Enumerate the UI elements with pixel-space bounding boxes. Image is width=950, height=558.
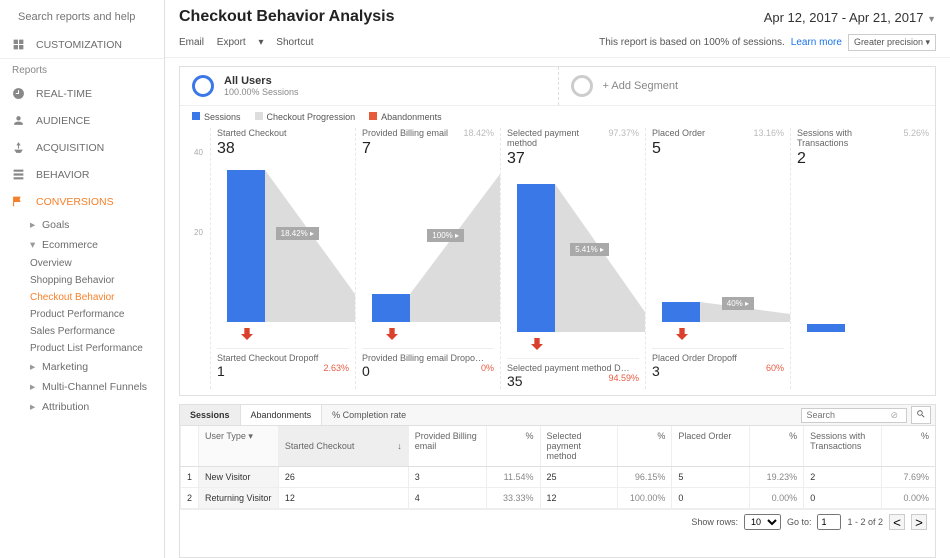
nav-mcf[interactable]: ▸Multi-Channel Funnels [0, 377, 164, 397]
search-row [0, 6, 164, 31]
funnel-panel: All Users100.00% Sessions + Add Segment … [179, 66, 936, 396]
nav-conversions[interactable]: CONVERSIONS [0, 188, 164, 215]
funnel-step[interactable]: Provided Billing email18.42% 7 100% ▸ Pr… [355, 128, 500, 389]
segment-circle-icon [192, 75, 214, 97]
funnel-step[interactable]: Sessions with Transactions5.26% 2 [790, 128, 935, 389]
nav-checkout[interactable]: Checkout Behavior [0, 289, 164, 306]
clear-icon[interactable]: ⊘ [890, 410, 898, 421]
legend-progression: Checkout Progression [255, 112, 356, 122]
nav-ecommerce[interactable]: ▾Ecommerce [0, 235, 164, 255]
add-segment[interactable]: + Add Segment [558, 67, 936, 105]
export-link[interactable]: Export ▾ [217, 37, 264, 48]
nav-behavior[interactable]: BEHAVIOR [0, 161, 164, 188]
funnel-bar [807, 324, 845, 332]
email-link[interactable]: Email [179, 37, 204, 48]
rows-select[interactable]: 10 [744, 514, 781, 530]
table-search-input[interactable] [806, 410, 886, 420]
page-title: Checkout Behavior Analysis [179, 8, 394, 26]
funnel-bar [662, 302, 700, 322]
col-started[interactable]: Started Checkout↓ [278, 426, 408, 466]
sidebar: CUSTOMIZATION Reports REAL-TIME AUDIENCE… [0, 0, 165, 558]
legend-sessions: Sessions [192, 112, 241, 122]
shortcut-link[interactable]: Shortcut [276, 37, 313, 48]
nav-audience[interactable]: AUDIENCE [0, 107, 164, 134]
add-segment-circle-icon [571, 75, 593, 97]
search-icon [916, 409, 926, 419]
search-input[interactable] [18, 11, 160, 23]
content: Checkout Behavior Analysis Apr 12, 2017 … [165, 0, 950, 558]
funnel-step[interactable]: Selected payment method97.37% 37 5.41% ▸… [500, 128, 645, 389]
nav-marketing[interactable]: ▸Marketing [0, 357, 164, 377]
segment-all-users[interactable]: All Users100.00% Sessions [180, 67, 558, 105]
nav-attribution[interactable]: ▸Attribution [0, 397, 164, 417]
table-header: User Type ▾ Started Checkout↓ Provided B… [180, 426, 935, 467]
nav-sales-perf[interactable]: Sales Performance [0, 323, 164, 340]
funnel-chart: 4020 Started Checkout 38 18.42% ▸ Starte… [180, 128, 935, 395]
dropoff-arrow-icon [529, 336, 545, 352]
reports-header: Reports [0, 58, 164, 80]
col-payment[interactable]: Selected payment method [540, 426, 618, 466]
dropoff-arrow-icon [239, 326, 255, 342]
col-billing[interactable]: Provided Billing email [408, 426, 486, 466]
date-range-picker[interactable]: Apr 12, 2017 - Apr 21, 2017 ▼ [764, 10, 936, 25]
chart-legend: Sessions Checkout Progression Abandonmen… [180, 106, 935, 128]
nav-overview[interactable]: Overview [0, 255, 164, 272]
learn-more-link[interactable]: Learn more [791, 37, 842, 48]
funnel-step[interactable]: Started Checkout 38 18.42% ▸ Started Che… [210, 128, 355, 389]
nav-product-perf[interactable]: Product Performance [0, 306, 164, 323]
funnel-bar [372, 294, 410, 322]
funnel-bar [517, 184, 555, 332]
sampling-text: This report is based on 100% of sessions… [599, 37, 785, 48]
nav-acquisition[interactable]: ACQUISITION [0, 134, 164, 161]
col-transactions[interactable]: Sessions with Transactions [803, 426, 881, 466]
nav-shopping[interactable]: Shopping Behavior [0, 272, 164, 289]
sort-arrow-icon: ↓ [397, 441, 402, 451]
legend-abandonments: Abandonments [369, 112, 442, 122]
dropoff-arrow-icon [384, 326, 400, 342]
nav-realtime[interactable]: REAL-TIME [0, 80, 164, 107]
prev-button[interactable]: < [889, 514, 905, 530]
col-placed[interactable]: Placed Order [671, 426, 749, 466]
toolbar-left: Email Export ▾ Shortcut [179, 37, 324, 48]
table-row[interactable]: 2 Returning Visitor 12 4 33.33% 12 100.0… [180, 488, 935, 509]
nav-goals[interactable]: ▸Goals [0, 215, 164, 235]
tab-abandonments[interactable]: Abandonments [241, 405, 323, 425]
funnel-step[interactable]: Placed Order13.16% 5 40% ▸ Placed Order … [645, 128, 790, 389]
funnel-bar [227, 170, 265, 322]
nav-product-list[interactable]: Product List Performance [0, 340, 164, 357]
search-button[interactable] [911, 406, 931, 424]
chevron-down-icon: ▼ [927, 14, 936, 24]
dropoff-arrow-icon [674, 326, 690, 342]
next-button[interactable]: > [911, 514, 927, 530]
nav-customization[interactable]: CUSTOMIZATION [0, 31, 164, 58]
col-usertype[interactable]: User Type ▾ [198, 426, 278, 466]
table-pager: Show rows: 10 Go to: 1 - 2 of 2 < > [180, 509, 935, 534]
table-panel: Sessions Abandonments % Completion rate … [179, 404, 936, 558]
tab-sessions[interactable]: Sessions [180, 405, 241, 425]
table-search: ⊘ [801, 408, 907, 423]
tab-completion[interactable]: % Completion rate [322, 405, 416, 425]
precision-dropdown[interactable]: Greater precision ▾ [848, 34, 936, 51]
goto-input[interactable] [817, 514, 841, 530]
table-row[interactable]: 1 New Visitor 26 3 11.54% 25 96.15% 5 19… [180, 467, 935, 488]
